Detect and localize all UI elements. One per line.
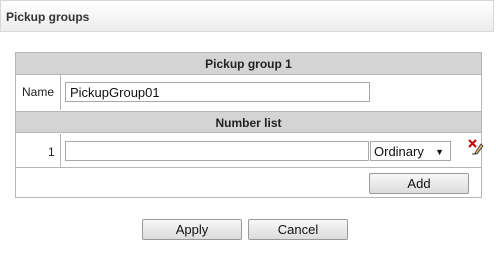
clear-edit-icon[interactable]: [468, 139, 484, 155]
pickup-group-panel: Pickup group 1 Name Number list 1 Ordina…: [15, 52, 484, 198]
number-list-header: Number list: [16, 111, 481, 133]
window-title-bar: Pickup groups: [0, 0, 494, 32]
name-label: Name: [22, 85, 55, 99]
row-separator: [16, 167, 481, 168]
window-title: Pickup groups: [6, 10, 90, 24]
number-row-index: 1: [48, 145, 55, 159]
number-type-value: Ordinary: [374, 144, 424, 159]
name-input[interactable]: [65, 82, 370, 102]
pickup-group-header: Pickup group 1: [16, 53, 481, 75]
number-type-select[interactable]: Ordinary ▼: [370, 141, 451, 161]
name-row-divider: [60, 75, 61, 110]
cancel-button[interactable]: Cancel: [248, 219, 348, 240]
number-input[interactable]: [65, 141, 369, 161]
apply-button[interactable]: Apply: [142, 219, 242, 240]
number-row-divider: [60, 134, 61, 167]
chevron-down-icon: ▼: [435, 147, 444, 157]
add-button[interactable]: Add: [369, 173, 469, 194]
